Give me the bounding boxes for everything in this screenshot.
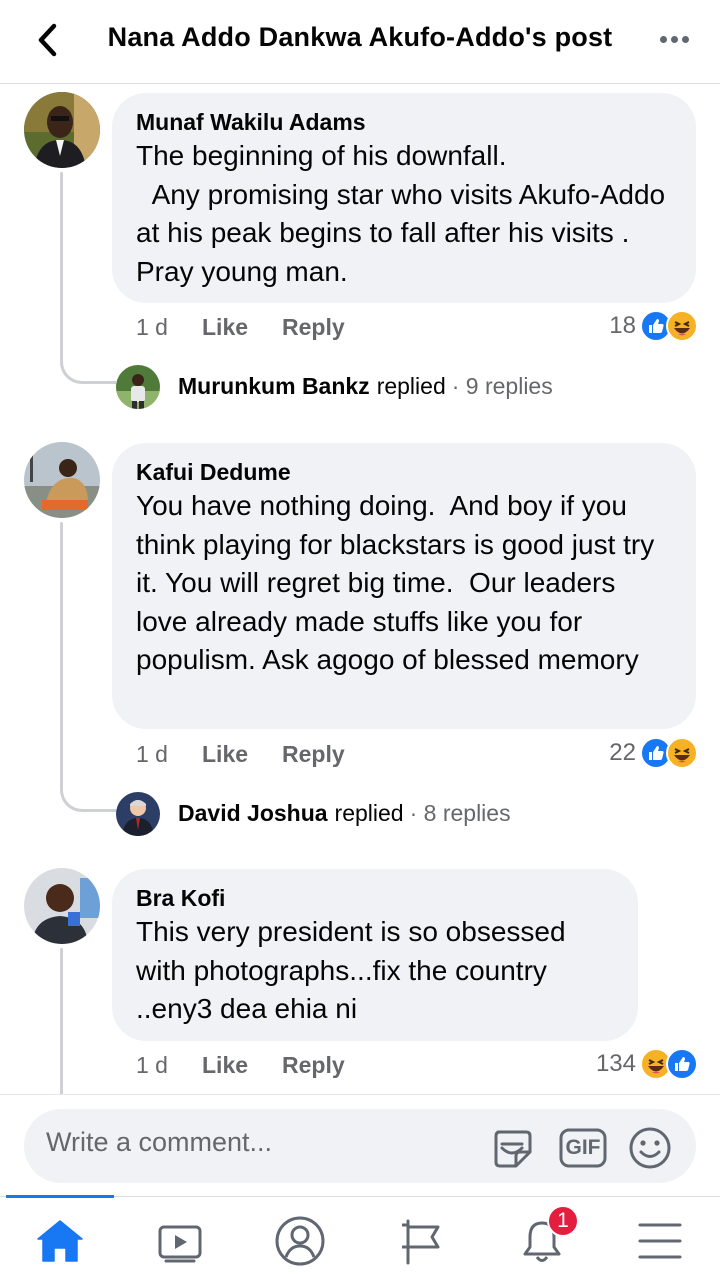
comment-author[interactable]: Munaf Wakilu Adams bbox=[136, 107, 672, 137]
replied-label: replied bbox=[376, 373, 446, 399]
post-header: Nana Addo Dankwa Akufo-Addo's post bbox=[0, 0, 720, 84]
reply-button[interactable]: Reply bbox=[282, 1052, 345, 1079]
more-options-button[interactable] bbox=[656, 26, 692, 52]
like-button[interactable]: Like bbox=[202, 1052, 282, 1079]
reaction-count: 134 bbox=[595, 1050, 636, 1077]
nav-profile[interactable] bbox=[270, 1213, 330, 1269]
watch-icon bbox=[158, 1225, 202, 1263]
reply-count: · 8 replies bbox=[409, 800, 511, 826]
dot-icon bbox=[659, 35, 667, 43]
avatar[interactable] bbox=[24, 442, 100, 518]
reply-button[interactable]: Reply bbox=[282, 314, 345, 341]
active-tab-indicator bbox=[6, 1195, 114, 1198]
thread-line bbox=[60, 948, 63, 1098]
sticker-button[interactable] bbox=[490, 1126, 534, 1170]
home-icon bbox=[37, 1220, 83, 1262]
gif-label: GIF bbox=[565, 1136, 601, 1159]
dot-icon bbox=[670, 35, 678, 43]
reply-avatar[interactable] bbox=[116, 792, 160, 836]
reaction-count: 18 bbox=[609, 312, 636, 339]
comment-time[interactable]: 1 d bbox=[136, 741, 202, 768]
thread-connector bbox=[60, 358, 116, 384]
reply-button[interactable]: Reply bbox=[282, 741, 345, 768]
avatar[interactable] bbox=[24, 868, 100, 944]
comment-text: This very president is so obsessed with … bbox=[136, 916, 574, 1024]
menu-icon bbox=[638, 1223, 682, 1259]
dot-icon bbox=[681, 35, 689, 43]
reaction-count: 22 bbox=[609, 739, 636, 766]
pages-icon bbox=[402, 1219, 440, 1265]
comment-actions: 1 d Like Reply bbox=[136, 1052, 345, 1079]
reply-author: David Joshua bbox=[178, 800, 328, 826]
comment-bubble[interactable]: Bra Kofi This very president is so obses… bbox=[112, 869, 638, 1041]
like-reaction-icon bbox=[666, 1048, 698, 1080]
like-button[interactable]: Like bbox=[202, 314, 282, 341]
comment-box[interactable]: GIF bbox=[24, 1109, 696, 1183]
comment-actions: 1 d Like Reply bbox=[136, 741, 345, 768]
replied-label: replied bbox=[334, 800, 404, 826]
bottom-nav: 1 bbox=[0, 1195, 720, 1280]
nav-menu[interactable] bbox=[630, 1213, 690, 1269]
nav-notifications[interactable]: 1 bbox=[512, 1205, 579, 1269]
reply-count: · 9 replies bbox=[451, 373, 553, 399]
comment-bubble[interactable]: Kafui Dedume You have nothing doing. And… bbox=[112, 443, 696, 729]
reaction-summary[interactable]: 134 bbox=[596, 1048, 698, 1080]
gif-button[interactable]: GIF bbox=[558, 1126, 608, 1170]
nav-watch[interactable] bbox=[150, 1213, 210, 1269]
emoji-icon bbox=[629, 1127, 671, 1169]
reaction-summary[interactable]: 18 bbox=[609, 310, 698, 342]
emoji-button[interactable] bbox=[628, 1126, 672, 1170]
thread-line bbox=[60, 172, 63, 364]
nav-home[interactable] bbox=[30, 1213, 90, 1269]
avatar[interactable] bbox=[24, 92, 100, 168]
reply-author: Murunkum Bankz bbox=[178, 373, 370, 399]
haha-reaction-icon bbox=[666, 737, 698, 769]
comment-author[interactable]: Bra Kofi bbox=[136, 883, 614, 913]
thread-line bbox=[60, 522, 63, 792]
comment-actions: 1 d Like Reply bbox=[136, 314, 345, 341]
notification-badge: 1 bbox=[547, 1205, 579, 1237]
comment-input[interactable] bbox=[46, 1127, 466, 1158]
thread-connector bbox=[60, 786, 116, 812]
page-title: Nana Addo Dankwa Akufo-Addo's post bbox=[107, 22, 613, 52]
chevron-left-icon bbox=[38, 23, 57, 57]
reaction-summary[interactable]: 22 bbox=[609, 737, 698, 769]
reply-avatar[interactable] bbox=[116, 365, 160, 409]
comment-text: The beginning of his downfall. Any promi… bbox=[136, 140, 666, 287]
replies-link[interactable]: David Joshua replied · 8 replies bbox=[178, 800, 511, 827]
replies-link[interactable]: Murunkum Bankz replied · 9 replies bbox=[178, 373, 553, 400]
comment-time[interactable]: 1 d bbox=[136, 314, 202, 341]
back-button[interactable] bbox=[30, 20, 64, 60]
haha-reaction-icon bbox=[666, 310, 698, 342]
sticker-icon bbox=[494, 1130, 532, 1168]
comment-text: You have nothing doing. And boy if you t… bbox=[136, 490, 663, 675]
comment-composer: GIF bbox=[0, 1094, 720, 1198]
profile-icon bbox=[275, 1216, 325, 1266]
nav-pages[interactable] bbox=[392, 1213, 452, 1269]
like-button[interactable]: Like bbox=[202, 741, 282, 768]
comment-time[interactable]: 1 d bbox=[136, 1052, 202, 1079]
comment-author[interactable]: Kafui Dedume bbox=[136, 457, 672, 487]
comment-bubble[interactable]: Munaf Wakilu Adams The beginning of his … bbox=[112, 93, 696, 303]
